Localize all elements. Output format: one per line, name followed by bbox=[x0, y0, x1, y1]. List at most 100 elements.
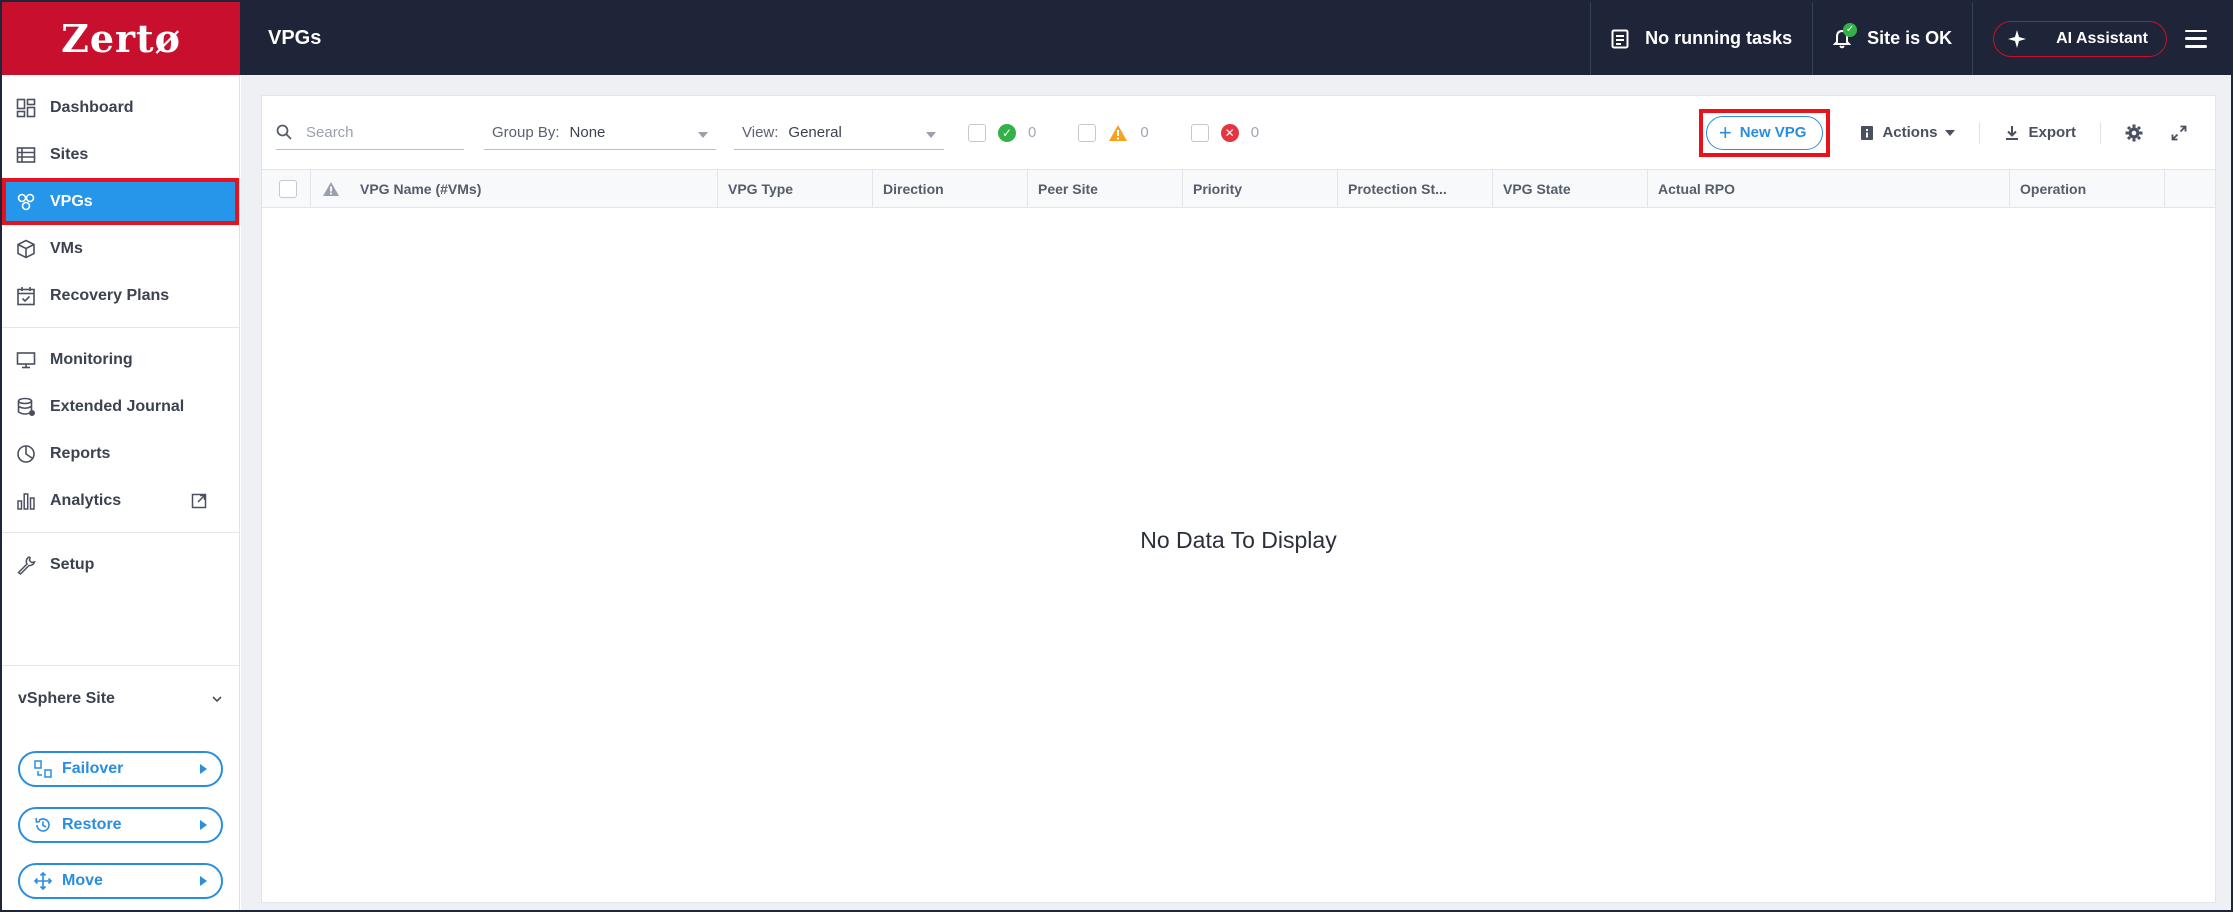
restore-icon bbox=[35, 817, 50, 832]
site-status-indicator[interactable]: ✓ Site is OK bbox=[1812, 2, 1972, 75]
tasks-icon bbox=[1611, 29, 1629, 48]
sidebar-item-label: VPGs bbox=[50, 192, 93, 210]
column-header-vpg-state[interactable]: VPG State bbox=[1492, 170, 1647, 207]
sidebar-item-recovery-plans[interactable]: Recovery Plans bbox=[2, 272, 239, 319]
warning-count: 0 bbox=[1140, 124, 1149, 141]
ai-assistant-label: AI Assistant bbox=[2056, 29, 2148, 47]
expand-button[interactable] bbox=[2157, 125, 2201, 141]
sidebar-item-label: VMs bbox=[50, 239, 83, 257]
sidebar: Dashboard Sites VPGs VMs Recovery Plans … bbox=[2, 75, 240, 910]
zerto-logo[interactable]: Zertø bbox=[2, 2, 240, 75]
column-header-protection-status[interactable]: Protection St... bbox=[1337, 170, 1492, 207]
caret-down-icon bbox=[698, 132, 708, 138]
search-icon bbox=[276, 124, 292, 140]
sites-icon bbox=[16, 146, 36, 163]
column-header-priority[interactable]: Priority bbox=[1182, 170, 1337, 207]
failover-icon bbox=[34, 760, 52, 778]
alert-column-header[interactable] bbox=[310, 170, 350, 207]
new-vpg-button[interactable]: + New VPG bbox=[1705, 115, 1824, 150]
actions-menu-button[interactable]: Actions bbox=[1846, 124, 1969, 141]
move-icon bbox=[34, 872, 52, 890]
new-vpg-highlight: + New VPG bbox=[1698, 108, 1831, 157]
play-arrow-icon bbox=[200, 764, 207, 774]
warning-icon bbox=[1109, 124, 1128, 141]
sidebar-item-label: Recovery Plans bbox=[50, 286, 170, 304]
column-header-vpg-name[interactable]: VPG Name (#VMs) bbox=[350, 170, 725, 207]
sidebar-item-setup[interactable]: Setup bbox=[2, 541, 239, 588]
vpgs-icon bbox=[17, 193, 35, 210]
column-header-actual-rpo[interactable]: Actual RPO bbox=[1647, 170, 2009, 207]
filter-warning-checkbox[interactable] bbox=[1078, 123, 1097, 142]
calendar-check-icon bbox=[17, 286, 35, 305]
tasks-label: No running tasks bbox=[1645, 28, 1793, 48]
page-title: VPGs bbox=[268, 27, 322, 49]
cube-icon bbox=[17, 239, 35, 258]
group-by-label: Group By: bbox=[492, 123, 560, 141]
settings-button[interactable] bbox=[2111, 124, 2157, 142]
site-ok-check-icon: ✓ bbox=[1843, 22, 1858, 37]
view-dropdown[interactable]: View: General bbox=[734, 116, 944, 150]
vpgs-toolbar: Search Group By: None View: General ✓ 0 … bbox=[262, 96, 2215, 169]
hamburger-menu-icon[interactable] bbox=[2185, 29, 2207, 48]
sidebar-item-analytics[interactable]: Analytics bbox=[2, 477, 239, 524]
view-value: General bbox=[788, 123, 842, 141]
toolbar-divider bbox=[1979, 121, 1981, 144]
sidebar-item-label: Sites bbox=[50, 145, 89, 163]
caret-down-icon bbox=[926, 132, 936, 138]
column-header-peer-site[interactable]: Peer Site bbox=[1027, 170, 1182, 207]
sidebar-item-label: Analytics bbox=[50, 491, 122, 509]
filter-error-checkbox[interactable] bbox=[1190, 123, 1209, 142]
sidebar-item-vpgs[interactable]: VPGs bbox=[2, 178, 239, 225]
column-header-spacer bbox=[2164, 170, 2217, 207]
search-placeholder: Search bbox=[306, 123, 354, 141]
move-button[interactable]: Move bbox=[18, 863, 223, 899]
running-tasks-indicator[interactable]: No running tasks bbox=[1590, 2, 1812, 75]
dashboard-icon bbox=[16, 98, 36, 117]
play-arrow-icon bbox=[200, 820, 207, 830]
export-button[interactable]: Export bbox=[1990, 124, 2090, 141]
export-label: Export bbox=[2028, 124, 2076, 141]
sidebar-item-dashboard[interactable]: Dashboard bbox=[2, 84, 239, 131]
sidebar-item-extended-journal[interactable]: Extended Journal bbox=[2, 383, 239, 430]
failover-button[interactable]: Failover bbox=[18, 751, 223, 787]
warning-icon bbox=[322, 181, 339, 196]
site-selector-label: vSphere Site bbox=[18, 689, 115, 707]
sidebar-divider bbox=[2, 327, 239, 328]
ai-assistant-button[interactable]: AI Assistant bbox=[1993, 20, 2167, 57]
external-link-icon[interactable] bbox=[191, 493, 207, 509]
sidebar-item-vms[interactable]: VMs bbox=[2, 225, 239, 272]
empty-state-message: No Data To Display bbox=[1140, 526, 1337, 553]
sidebar-item-monitoring[interactable]: Monitoring bbox=[2, 336, 239, 383]
group-by-value: None bbox=[569, 123, 606, 141]
sparkle-icon bbox=[2008, 29, 2027, 48]
site-status-label: Site is OK bbox=[1867, 28, 1953, 48]
filter-ok-checkbox[interactable] bbox=[968, 123, 986, 142]
move-label: Move bbox=[62, 872, 103, 889]
restore-label: Restore bbox=[62, 816, 122, 833]
sidebar-item-sites[interactable]: Sites bbox=[2, 131, 239, 178]
site-selector[interactable]: vSphere Site bbox=[2, 665, 239, 731]
column-header-vpg-type[interactable]: VPG Type bbox=[717, 170, 872, 207]
expand-icon bbox=[2171, 125, 2187, 140]
restore-button[interactable]: Restore bbox=[18, 807, 223, 843]
caret-down-icon bbox=[1945, 129, 1956, 136]
sidebar-item-label: Monitoring bbox=[50, 350, 133, 368]
ok-count: 0 bbox=[1028, 124, 1037, 141]
download-icon bbox=[2006, 125, 2019, 140]
ok-check-icon: ✓ bbox=[998, 123, 1016, 142]
column-header-operation[interactable]: Operation bbox=[2009, 170, 2164, 207]
play-arrow-icon bbox=[200, 876, 207, 886]
top-bar: Zertø VPGs No running tasks ✓ Site is OK… bbox=[2, 2, 2231, 75]
column-header-direction[interactable]: Direction bbox=[872, 170, 1027, 207]
select-all-checkbox[interactable] bbox=[279, 179, 297, 198]
bar-chart-icon bbox=[17, 492, 35, 510]
wrench-icon bbox=[17, 555, 36, 575]
actions-label: Actions bbox=[1882, 124, 1938, 141]
gear-icon bbox=[2125, 124, 2143, 141]
actions-icon bbox=[1861, 125, 1874, 140]
plus-icon: + bbox=[1718, 119, 1732, 145]
sidebar-item-reports[interactable]: Reports bbox=[2, 430, 239, 477]
search-input[interactable]: Search bbox=[276, 116, 464, 150]
sidebar-divider bbox=[2, 532, 239, 533]
group-by-dropdown[interactable]: Group By: None bbox=[484, 116, 716, 150]
